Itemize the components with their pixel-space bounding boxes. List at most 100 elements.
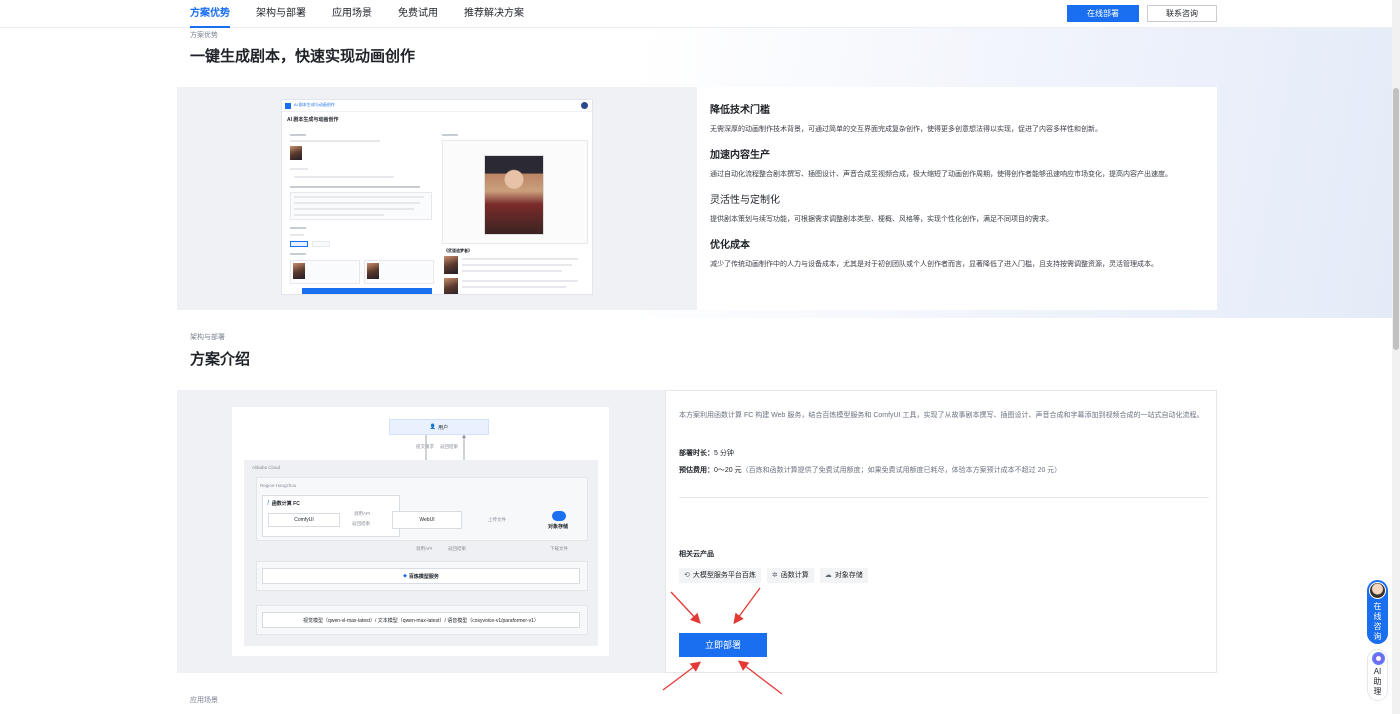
product-chip-oss[interactable]: ☁ 对象存储 <box>819 568 868 583</box>
tab-advantages[interactable]: 方案优势 <box>190 0 230 28</box>
mockup-header-text: AI 剧本生成与动画创作 <box>294 102 335 107</box>
tab-architecture[interactable]: 架构与部署 <box>256 0 306 28</box>
consultant-avatar <box>1369 582 1386 599</box>
diagram-bailian-box: ◆ 百炼模型服务 <box>262 568 580 584</box>
diagram-models-box: 视觉模型（qwen-vl-max-latest）/ 文本模型（qwen-max-… <box>262 612 580 628</box>
ai-assistant-widget[interactable]: AI助理 <box>1367 649 1388 701</box>
diagram-comfyui-label: ComfyUI <box>294 517 314 523</box>
cost-row: 预估费用：0～20 元（百炼和函数计算提供了免费试用额度；如果免费试用额度已耗尽… <box>679 465 1061 475</box>
mockup-line <box>290 186 420 188</box>
diagram-region-label: Region-Hangzhou <box>260 483 297 488</box>
mockup-logo-icon <box>285 103 291 109</box>
function-compute-icon: ✲ <box>771 572 778 579</box>
cost-note: （百炼和函数计算提供了免费试用额度；如果免费试用额度已耗尽，体验本方案预计成本不… <box>741 467 1062 474</box>
nav-tabs: 方案优势 架构与部署 应用场景 免费试用 推荐解决方案 <box>190 0 550 28</box>
mockup-thumbnail <box>444 256 458 274</box>
mockup-line <box>462 258 578 260</box>
mockup-line <box>462 280 578 282</box>
product-chip-label: 对象存储 <box>834 572 863 579</box>
bailian-icon: ⟲ <box>684 572 690 579</box>
mockup-line <box>442 134 458 136</box>
cost-value: 0～20 元 <box>714 467 742 474</box>
diagram-submit-label: 提交请求 <box>416 444 434 449</box>
feature-desc: 无需深厚的动画制作技术背景，可通过简单的交互界面完成复杂创作，使得更多创意想法得… <box>710 126 1102 133</box>
top-nav: 方案优势 架构与部署 应用场景 免费试用 推荐解决方案 在线部署 联系咨询 <box>0 0 1392 28</box>
feature-title: 降低技术门槛 <box>710 105 770 116</box>
related-products-title: 相关云产品 <box>679 551 714 558</box>
product-chip-fc[interactable]: ✲ 函数计算 <box>766 568 814 583</box>
diagram-webui-label: WebUI <box>419 517 435 523</box>
diagram-user-box: 👤 用户 <box>389 419 489 435</box>
page-scrollbar[interactable] <box>1392 0 1400 714</box>
tab-free-trial[interactable]: 免费试用 <box>398 0 438 28</box>
product-chip-label: 函数计算 <box>780 572 809 579</box>
mockup-line <box>290 134 306 136</box>
mockup-chip <box>312 241 330 247</box>
intro-description: 本方案利用函数计算 FC 构建 Web 服务，结合百炼模型服务和 ComfyUI… <box>679 412 1204 419</box>
function-compute-icon: ƒ <box>267 500 270 506</box>
mockup-generate-button <box>302 288 432 294</box>
feature-title: 灵活性与定制化 <box>710 195 780 206</box>
diagram-return-result2-label: 返回结果 <box>448 546 466 551</box>
mockup-line <box>294 176 394 178</box>
feature-desc: 通过自动化流程整合剧本撰写、插图设计、声音合成至视频合成，极大缩短了动画创作周期… <box>710 171 1172 178</box>
diagram-return-label: 返回结果 <box>440 444 458 449</box>
oss-icon: ☁ <box>824 572 832 579</box>
mockup-thumbnail <box>367 263 379 279</box>
deploy-time-row: 部署时长：5 分钟 <box>679 448 734 458</box>
mockup-line <box>290 234 304 236</box>
app-mockup-screenshot: AI 剧本生成与动画创作 AI 剧本生成与动画创作 《武道追梦者》 <box>281 99 593 295</box>
diagram-call-api2-label: 调用API <box>416 546 433 551</box>
intro-details: 本方案利用函数计算 FC 构建 Web 服务，结合百炼模型服务和 ComfyUI… <box>665 390 1217 673</box>
advantages-title: 一键生成剧本，快速实现动画创作 <box>190 48 416 65</box>
mockup-line <box>290 227 306 229</box>
tab-scenarios[interactable]: 应用场景 <box>332 0 372 28</box>
deploy-online-button[interactable]: 在线部署 <box>1067 5 1139 22</box>
intro-title: 方案介绍 <box>190 351 251 368</box>
product-chip-bailian[interactable]: ⟲ 大模型服务平台百炼 <box>679 568 761 583</box>
ai-assistant-label: AI助理 <box>1373 667 1382 696</box>
online-consult-widget[interactable]: 在线咨询 <box>1367 580 1388 644</box>
divider <box>679 497 1209 498</box>
feature-desc: 减少了传统动画制作中的人力与设备成本，尤其是对于初创团队或个人创作者而言，显著降… <box>710 261 1158 268</box>
mockup-line <box>294 202 420 204</box>
feature-title: 加速内容生产 <box>710 150 770 161</box>
mockup-header: AI 剧本生成与动画创作 <box>282 100 592 112</box>
diagram-bailian-label: 百炼模型服务 <box>408 573 439 580</box>
mockup-thumbnail <box>293 263 305 279</box>
diagram-fc-label: 函数计算 FC <box>271 501 300 507</box>
mockup-line <box>294 208 414 210</box>
tab-recommended[interactable]: 推荐解决方案 <box>464 0 524 28</box>
deploy-now-button[interactable]: 立即部署 <box>679 633 767 657</box>
diagram-webui-box: WebUI <box>392 511 462 529</box>
contact-button[interactable]: 联系咨询 <box>1147 5 1217 22</box>
mockup-thumbnail <box>444 278 458 294</box>
mockup-line <box>290 168 308 170</box>
mockup-avatar <box>581 102 588 109</box>
diagram-models-label: 视觉模型（qwen-vl-max-latest）/ 文本模型（qwen-max-… <box>303 617 539 624</box>
advantages-features: 降低技术门槛 无需深厚的动画制作技术背景，可通过简单的交互界面完成复杂创作，使得… <box>697 87 1217 310</box>
mockup-line <box>462 286 566 288</box>
user-icon: 👤 <box>429 424 437 430</box>
advantages-image-area: AI 剧本生成与动画创作 AI 剧本生成与动画创作 《武道追梦者》 <box>177 87 697 310</box>
online-consult-label: 在线咨询 <box>1373 602 1382 641</box>
oss-cloud-icon <box>552 511 566 521</box>
mockup-line <box>294 214 384 216</box>
product-chip-label: 大模型服务平台百炼 <box>692 572 756 579</box>
cost-label: 预估费用： <box>679 467 714 474</box>
diagram-call-api-label: 调用API <box>354 511 371 516</box>
diagram-comfyui-box: ComfyUI <box>268 513 340 527</box>
mockup-character-image <box>484 155 544 235</box>
mockup-story-title: 《武道追梦者》 <box>444 248 472 253</box>
mockup-line <box>462 264 572 266</box>
advantages-panel: AI 剧本生成与动画创作 AI 剧本生成与动画创作 《武道追梦者》 降低技术门槛… <box>177 87 1217 310</box>
scenarios-eyebrow: 应用场景 <box>190 697 218 704</box>
feature-title: 优化成本 <box>710 240 750 251</box>
diagram-return-result-label: 返回结果 <box>352 521 370 526</box>
diagram-user-label: 用户 <box>438 424 449 431</box>
architecture-area: 👤 用户 提交请求 返回结果 Alibaba Cloud Region-Hang… <box>177 390 665 673</box>
diagram-oss-label: 对象存储 <box>548 524 569 530</box>
mockup-subtitle: AI 剧本生成与动画创作 <box>287 117 339 123</box>
mockup-chip <box>290 241 308 247</box>
scrollbar-thumb[interactable] <box>1393 88 1399 350</box>
